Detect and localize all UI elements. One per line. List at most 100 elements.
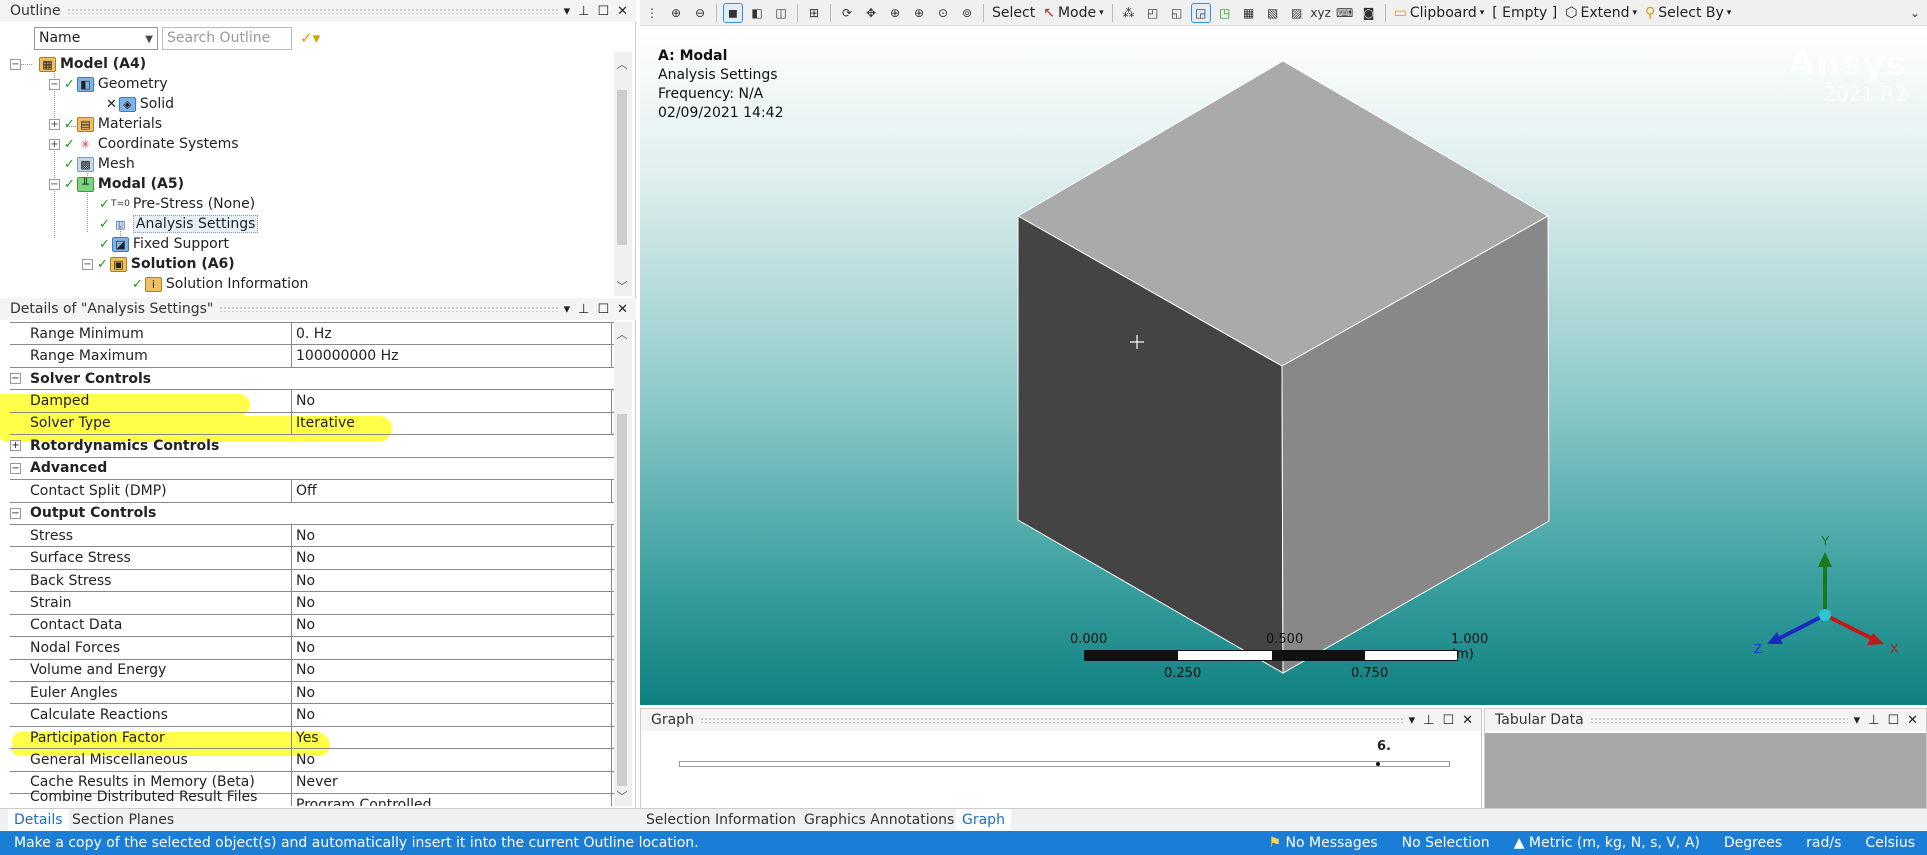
details-scrollbar[interactable]: ︿ ﹀ [614,322,632,806]
collapse-icon[interactable]: − [10,507,21,519]
tree-node-solution[interactable]: − ✓ ▣ Solution (A6) [82,254,235,274]
magnifier-icon[interactable]: ⊚ [958,4,976,22]
zoom-fit-icon[interactable]: ⊙ [934,4,952,22]
scroll-down-icon[interactable]: ﹀ [614,788,630,804]
details-row[interactable]: Nodal Forces No [10,637,614,660]
pin-icon[interactable]: ⊥ [578,302,589,317]
pin-icon[interactable]: ⊥ [1423,713,1434,728]
zoom-icon[interactable]: ⊕ [667,4,685,22]
property-value[interactable]: No [292,592,612,614]
toolbar-overflow-icon[interactable]: ⌄ [1906,4,1924,22]
coordinate-icon[interactable]: xyz [1310,4,1331,22]
details-row[interactable]: Volume and Energy No [10,659,614,682]
property-value[interactable]: 0. Hz [292,323,612,345]
property-value[interactable]: Off [292,480,612,502]
annotation-icon[interactable]: ◙ [1360,4,1378,22]
tab-details[interactable]: Details [8,809,69,831]
frequency-slider-track[interactable] [679,761,1450,767]
search-outline-input[interactable]: Search Outline [162,26,292,50]
vertex-select-icon[interactable]: ⁂ [1120,4,1138,22]
frequency-marker[interactable] [1376,762,1380,766]
details-section-row[interactable]: + Rotordynamics Controls [10,435,614,458]
select-button[interactable]: Select [988,5,1039,21]
tab-graphics-annotations[interactable]: Graphics Annotations [798,809,960,831]
tab-graph[interactable]: Graph [956,809,1011,831]
zoom-out-icon[interactable]: ⊖ [691,4,709,22]
details-row[interactable]: General Miscellaneous No [10,749,614,772]
maximize-icon[interactable]: ☐ [597,302,609,317]
panel-grip[interactable] [699,717,1403,723]
details-row[interactable]: Contact Data No [10,614,614,638]
details-row[interactable]: Range Minimum 0. Hz [10,323,614,346]
property-value[interactable]: No [292,390,612,412]
body-filter-icon[interactable]: ◲ [1190,2,1211,23]
collapse-icon[interactable]: − [49,78,60,90]
property-value[interactable]: No [292,524,612,547]
dropdown-icon[interactable]: ▾ [1409,713,1416,728]
face-filter-icon[interactable]: ◱ [1168,4,1186,22]
tree-node-coordinate-systems[interactable]: + ✓ ✳ Coordinate Systems [49,134,239,154]
zoom-in-icon[interactable]: ⊕ [886,4,904,22]
tab-section-planes[interactable]: Section Planes [66,809,180,831]
collapse-icon[interactable]: − [49,178,60,190]
close-icon[interactable]: ✕ [617,302,628,317]
expand-icon[interactable]: + [49,118,60,130]
property-value[interactable]: No [292,614,612,637]
details-section-row[interactable]: − Solver Controls [10,368,614,391]
property-value[interactable]: No [292,659,612,681]
dropdown-icon[interactable]: ▾ [1854,713,1861,728]
face-select-icon[interactable]: ◧ [748,4,766,22]
property-value[interactable]: Program Controlled [292,794,612,806]
select-by-button[interactable]: ⚲ Select By ▾ [1641,5,1735,21]
clipboard-button[interactable]: ▭ Clipboard ▾ [1390,5,1489,21]
property-value[interactable]: No [292,749,612,771]
details-row[interactable]: Calculate Reactions No [10,704,614,727]
graphics-viewport[interactable]: A: Modal Analysis Settings Frequency: N/… [640,27,1927,705]
close-icon[interactable]: ✕ [1907,713,1918,728]
unit-system[interactable]: ▲ Metric (m, kg, N, s, V, A) [1502,835,1712,851]
box-zoom-icon[interactable]: ⊕ [910,4,928,22]
pin-icon[interactable]: ⊥ [1868,713,1879,728]
maximize-icon[interactable]: ☐ [1887,713,1899,728]
scroll-up-icon[interactable]: ︿ [614,56,630,72]
collapse-icon[interactable]: − [10,372,21,384]
view-icon[interactable]: ◫ [772,4,790,22]
close-icon[interactable]: ✕ [617,4,628,19]
panel-grip[interactable] [1589,717,1848,723]
label-icon[interactable]: ⌨ [1336,4,1354,22]
details-section-row[interactable]: − Advanced [10,458,614,481]
outline-scrollbar[interactable]: ︿ ﹀ [614,52,632,296]
angle-unit[interactable]: Degrees [1712,835,1794,851]
tree-node-solid[interactable]: ✕ ◈ Solid [106,94,174,114]
details-row[interactable]: Back Stress No [10,569,614,593]
details-row[interactable]: Range Maximum 100000000 Hz [10,345,614,368]
node-select-icon[interactable]: ◳ [1216,4,1234,22]
tree-node-materials[interactable]: + ✓ ▤ Materials [49,114,162,134]
mode-button[interactable]: ↖ Mode ▾ [1039,5,1107,21]
dropdown-icon[interactable]: ▾ [564,302,571,317]
cube-model[interactable]: Y X Z [640,27,1927,705]
property-value[interactable]: 100000000 Hz [292,345,612,367]
scroll-down-icon[interactable]: ﹀ [614,278,630,294]
maximize-icon[interactable]: ☐ [1442,713,1454,728]
details-row[interactable]: Surface Stress No [10,547,614,570]
edge-select-icon[interactable]: ◰ [1144,4,1162,22]
collapse-icon[interactable]: − [10,462,21,474]
details-row[interactable]: Strain No [10,592,614,615]
details-section-row[interactable]: − Output Controls [10,503,614,525]
name-filter-combo[interactable]: Name ▼ [34,26,158,50]
details-row[interactable]: Combine Distributed Result Files (Beta)P… [10,789,614,806]
tree-node-geometry[interactable]: − ✓ ◧ Geometry [49,74,168,94]
element-face-icon[interactable]: ▦ [1240,4,1258,22]
close-icon[interactable]: ✕ [1462,713,1473,728]
property-value[interactable]: No [292,547,612,569]
messages-indicator[interactable]: ⚑ No Messages [1257,835,1390,851]
element-select-icon[interactable]: ▧ [1264,4,1282,22]
tree-node-analysis-settings[interactable]: ✓ ▥ Analysis Settings [99,214,259,234]
property-value[interactable]: No [292,569,612,592]
maximize-icon[interactable]: ☐ [597,4,609,19]
details-row[interactable]: Participation Factor Yes [10,726,614,750]
collapse-icon[interactable]: − [10,58,21,70]
temperature-unit[interactable]: Celsius [1853,835,1927,851]
pan-icon[interactable]: ✥ [862,4,880,22]
